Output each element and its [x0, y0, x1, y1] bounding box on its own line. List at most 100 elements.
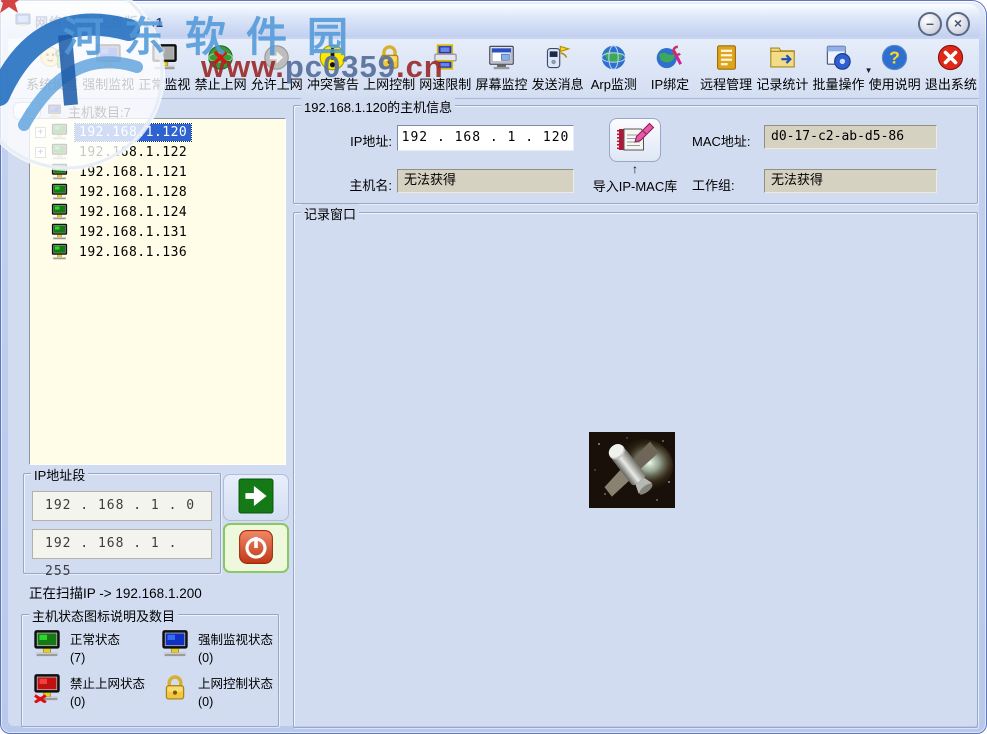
satellite-image: [589, 432, 675, 508]
toolbar-button-screen-monitor[interactable]: 屏幕监控 ▼: [473, 43, 529, 93]
host-ip-label: 192.168.1.131: [75, 224, 191, 241]
lock-icon: [160, 673, 190, 703]
toolbar-button-ban-internet[interactable]: 禁止上网 ▼: [193, 43, 249, 93]
host-ip-label: 192.168.1.136: [75, 244, 191, 261]
tree-item-host[interactable]: + 192.168.1.136: [32, 242, 285, 262]
tree-item-host[interactable]: + 192.168.1.122: [32, 142, 285, 162]
toolbar-button-label: 发送消息: [532, 74, 584, 93]
monitor-green-icon: [32, 629, 62, 659]
toolbar-button-label: 允许上网: [251, 74, 303, 93]
send-message-icon: [543, 43, 572, 72]
tree-item-host[interactable]: + 192.168.1.124: [32, 202, 285, 222]
titlebar: 网络智豹-免费版 6.1 – ×: [7, 4, 980, 37]
legend-title: 主机状态图标说明及数目: [29, 606, 178, 625]
monitor-green-icon: [50, 123, 69, 141]
toolbar-button-label: Arp监测: [591, 74, 637, 93]
start-scan-icon: [238, 478, 274, 517]
toolbar-button-allow-internet[interactable]: 允许上网 ▼: [249, 43, 305, 93]
arp-monitor-icon: [599, 43, 628, 72]
legend-item: 禁止上网状态 (0): [32, 673, 160, 709]
toolbar-button-monitor-blue[interactable]: 强制监视 ▼: [80, 43, 136, 93]
minimize-button[interactable]: –: [918, 12, 942, 36]
screen-monitor-icon: [487, 43, 516, 72]
toolbar-button-ip-bind[interactable]: IP绑定 ▼: [642, 43, 698, 93]
toolbar-button-label: 系统设置: [26, 74, 78, 93]
toolbar-button-speed-limit[interactable]: 网速限制 ▼: [417, 43, 473, 93]
toolbar-button-label: 记录统计: [756, 74, 808, 93]
host-info-title: 192.168.1.120的主机信息: [301, 97, 455, 116]
legend-item-count: (0): [198, 651, 273, 665]
monitor-blue-icon: [94, 43, 123, 72]
settings-icon: [38, 43, 67, 72]
tree-item-host[interactable]: + 192.168.1.121: [32, 162, 285, 182]
host-ip-label: 192.168.1.124: [75, 204, 191, 221]
toolbar-button-monitor-gray[interactable]: 正常监视 ▼: [136, 43, 192, 93]
tree-item-host[interactable]: + 192.168.1.120: [32, 122, 285, 142]
ip-bind-icon: [655, 43, 684, 72]
help-icon: ?: [880, 43, 909, 72]
toolbar-button-arp-monitor[interactable]: Arp监测 ▼: [586, 43, 642, 93]
remote-manage-icon: [712, 43, 741, 72]
expander-icon[interactable]: +: [35, 127, 46, 138]
import-ip-mac-label: 导入IP-MAC库: [580, 176, 690, 195]
batch-ops-icon: [824, 43, 853, 72]
legend-item-label: 禁止上网状态: [70, 673, 145, 692]
hostname-field: 无法获得: [397, 169, 574, 193]
hostname-label: 主机名:: [318, 175, 392, 194]
workgroup-label: 工作组:: [692, 175, 760, 194]
stop-scan-icon: [238, 529, 274, 568]
monitor-banned-icon: [32, 673, 62, 703]
main-content: ↑ 主机数目:7 + 192.168.1.120 + 192.168.1.122…: [8, 99, 979, 726]
toolbar-button-label: 正常监视: [138, 74, 190, 93]
toolbar-button-record-stats[interactable]: 记录统计 ▼: [754, 43, 810, 93]
expander-icon[interactable]: +: [35, 147, 46, 158]
host-ip-label: 192.168.1.120: [75, 124, 191, 141]
toolbar-button-conflict-warning[interactable]: 冲突警告 ▼: [305, 43, 361, 93]
record-stats-icon: [768, 43, 797, 72]
toolbar-grip[interactable]: [14, 49, 18, 89]
legend-item-count: (0): [70, 695, 145, 709]
import-ip-mac-button[interactable]: [609, 118, 661, 162]
window-title: 网络智豹-免费版 6.1: [35, 12, 164, 31]
scan-status-text: 正在扫描IP -> 192.168.1.200: [29, 582, 202, 602]
legend-item-count: (0): [198, 695, 273, 709]
ip-range-end-input[interactable]: 192 . 168 . 1 . 255: [32, 529, 212, 559]
mac-address-field: d0-17-c2-ab-d5-86: [764, 125, 937, 149]
monitor-green-icon: [50, 243, 69, 261]
toolbar-button-exit[interactable]: 退出系统 ▼: [923, 43, 979, 93]
host-ip-input[interactable]: 192 . 168 . 1 . 120: [397, 125, 574, 151]
toolbar-button-batch-ops[interactable]: 批量操作 ▼: [810, 43, 866, 93]
legend-item-label: 正常状态: [70, 629, 120, 648]
toolbar-button-label: 远程管理: [700, 74, 752, 93]
import-arrow-glyph: ↑: [609, 162, 661, 176]
allow-internet-icon: [262, 43, 291, 72]
import-book-icon: [615, 122, 655, 159]
ip-range-group: IP地址段 192 . 168 . 1 . 0 192 . 168 . 1 . …: [23, 473, 221, 574]
toolbar-button-label: 网速限制: [419, 74, 471, 93]
start-scan-button[interactable]: [223, 474, 289, 521]
toolbar-button-label: 退出系统: [925, 74, 977, 93]
toolbar-button-label: 使用说明: [869, 74, 921, 93]
ip-range-title: IP地址段: [31, 465, 88, 484]
ip-range-start-input[interactable]: 192 . 168 . 1 . 0: [32, 491, 212, 521]
host-ip-label: 192.168.1.121: [75, 164, 191, 181]
legend-item-label: 强制监视状态: [198, 629, 273, 648]
mac-address-label: MAC地址:: [692, 131, 760, 150]
tree-item-host[interactable]: + 192.168.1.128: [32, 182, 285, 202]
legend-item: 正常状态 (7): [32, 629, 160, 665]
toolbar-button-label: 禁止上网: [195, 74, 247, 93]
tree-item-host[interactable]: + 192.168.1.131: [32, 222, 285, 242]
ban-internet-icon: [206, 43, 235, 72]
toolbar-button-settings[interactable]: 系统设置 ▼: [24, 43, 80, 93]
exit-icon: [936, 43, 965, 72]
host-tree: + 192.168.1.120 + 192.168.1.122 + 192.16…: [29, 118, 286, 465]
monitor-green-icon: [50, 203, 69, 221]
toolbar-button-remote-manage[interactable]: 远程管理 ▼: [698, 43, 754, 93]
toolbar-button-label: 屏幕监控: [475, 74, 527, 93]
app-window: 网络智豹-免费版 6.1 – × 系统设置 ▼ 强制监视 ▼ 正常监视 ▼ 禁止…: [0, 0, 987, 734]
toolbar-button-send-message[interactable]: 发送消息 ▼: [530, 43, 586, 93]
toolbar-button-lock[interactable]: 上网控制 ▼: [361, 43, 417, 93]
toolbar-button-help[interactable]: ? 使用说明 ▼: [867, 43, 923, 93]
close-button[interactable]: ×: [946, 12, 970, 36]
stop-scan-button[interactable]: [223, 523, 289, 573]
